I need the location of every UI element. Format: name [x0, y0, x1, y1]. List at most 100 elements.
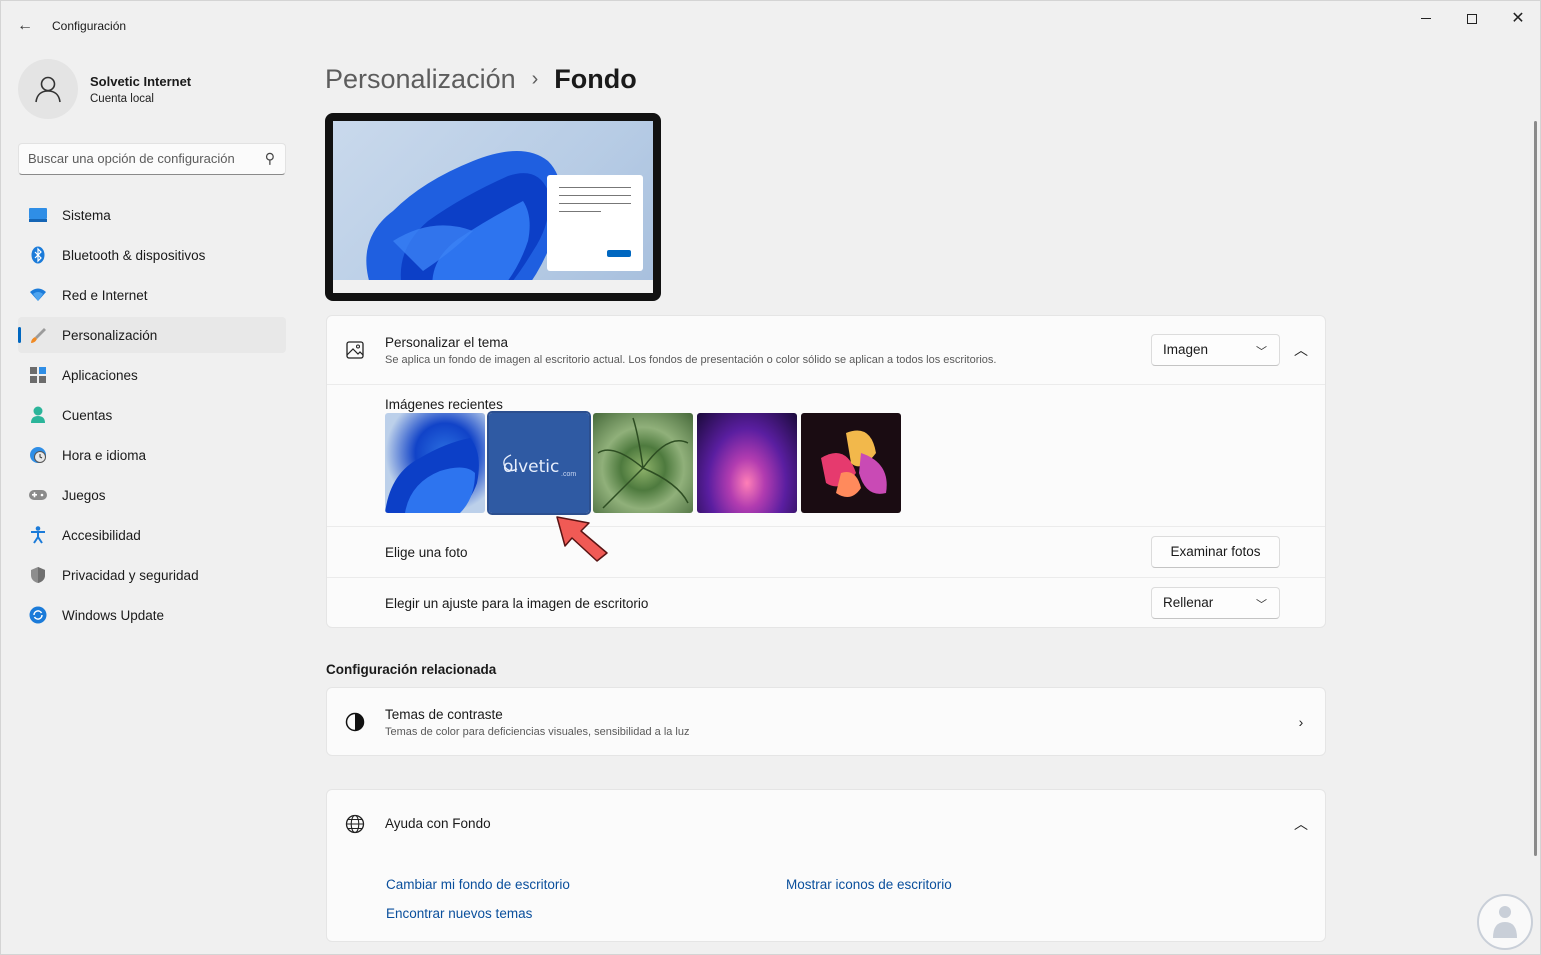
- related-settings-heading: Configuración relacionada: [326, 662, 497, 677]
- theme-subtitle: Se aplica un fondo de imagen al escritor…: [385, 354, 997, 366]
- fit-label: Elegir un ajuste para la imagen de escri…: [385, 596, 649, 611]
- sidebar-item-label: Windows Update: [62, 607, 165, 623]
- contrast-title: Temas de contraste: [385, 707, 503, 722]
- sidebar-item-label: Personalización: [62, 327, 158, 343]
- sidebar-item-personalizacion[interactable]: Personalización: [18, 317, 286, 353]
- help-title: Ayuda con Fondo: [385, 816, 491, 831]
- preview-wallpaper: [333, 121, 653, 293]
- app-title: Configuración: [52, 19, 127, 33]
- close-button[interactable]: ✕: [1495, 7, 1541, 31]
- personalize-theme-row[interactable]: Personalizar el tema Se aplica un fondo …: [327, 316, 1325, 385]
- scrollbar[interactable]: [1534, 121, 1537, 856]
- solvetic-logo-text: olvetic: [503, 457, 560, 477]
- close-icon: ✕: [1511, 10, 1525, 27]
- minimize-button[interactable]: [1403, 7, 1449, 31]
- recent-images-label: Imágenes recientes: [385, 397, 503, 412]
- chevron-up-icon[interactable]: ︿: [1286, 809, 1316, 839]
- preview-window: [547, 175, 643, 271]
- gamepad-icon: [29, 486, 47, 504]
- person-avatar-icon: [35, 76, 61, 103]
- contrast-icon: [345, 712, 365, 732]
- page-title: Fondo: [554, 63, 637, 94]
- link-show-desktop-icons[interactable]: Mostrar iconos de escritorio: [786, 877, 952, 892]
- sidebar-item-label: Juegos: [62, 487, 106, 503]
- bluetooth-icon: [29, 246, 47, 264]
- sidebar-item-label: Bluetooth & dispositivos: [62, 247, 206, 263]
- sidebar-item-label: Red e Internet: [62, 287, 148, 303]
- thumbnail-succulent[interactable]: [593, 413, 693, 513]
- avatar[interactable]: [18, 59, 78, 119]
- link-change-background[interactable]: Cambiar mi fondo de escritorio: [386, 877, 570, 892]
- globe-icon: [345, 814, 365, 834]
- background-settings-card: Personalizar el tema Se aplica un fondo …: [326, 315, 1326, 628]
- maximize-button[interactable]: [1449, 7, 1495, 31]
- dropdown-value: Imagen: [1163, 342, 1209, 357]
- recent-images-list: olvetic .com: [385, 411, 901, 515]
- minimize-icon: [1421, 18, 1431, 20]
- theme-title: Personalizar el tema: [385, 335, 509, 350]
- chevron-up-icon[interactable]: ︿: [1286, 335, 1316, 365]
- monitor-icon: [29, 206, 47, 224]
- recent-images-row: Imágenes recientes olvetic .com: [327, 385, 1325, 527]
- solvetic-logo-suffix: .com: [561, 471, 577, 478]
- sidebar-item-label: Sistema: [62, 207, 111, 223]
- maximize-icon: [1467, 13, 1477, 24]
- sidebar-item-label: Privacidad y seguridad: [62, 567, 199, 583]
- search-icon[interactable]: ⚲: [265, 150, 275, 167]
- fit-dropdown[interactable]: Rellenar ﹀: [1151, 587, 1280, 619]
- sidebar-item-label: Cuentas: [62, 407, 113, 423]
- background-type-dropdown[interactable]: Imagen ﹀: [1151, 334, 1280, 366]
- sidebar-item-accesibilidad[interactable]: Accesibilidad: [18, 517, 286, 553]
- profile-account-type: Cuenta local: [90, 93, 154, 105]
- fit-row: Elegir un ajuste para la imagen de escri…: [327, 578, 1325, 629]
- sidebar-item-hora[interactable]: Hora e idioma: [18, 437, 286, 473]
- search-input[interactable]: [28, 151, 256, 166]
- help-header-row[interactable]: Ayuda con Fondo ︿: [327, 790, 1325, 858]
- thumbnail-purple-glow[interactable]: [697, 413, 797, 513]
- preview-taskbar: [333, 280, 653, 293]
- breadcrumb: Personalización › Fondo: [325, 59, 637, 99]
- refresh-icon: [29, 606, 47, 624]
- breadcrumb-parent[interactable]: Personalización: [325, 64, 516, 95]
- person-icon: [29, 406, 47, 424]
- image-icon: [345, 340, 365, 360]
- contrast-subtitle: Temas de color para deficiencias visuale…: [385, 726, 690, 738]
- contrast-themes-card[interactable]: Temas de contraste Temas de color para d…: [326, 687, 1326, 756]
- thumbnail-solvetic[interactable]: olvetic .com: [487, 411, 591, 515]
- thumbnail-flower[interactable]: [801, 413, 901, 513]
- title-bar: ← Configuración ✕: [1, 1, 1540, 49]
- back-arrow-icon[interactable]: ←: [13, 15, 37, 37]
- sidebar-item-aplicaciones[interactable]: Aplicaciones: [18, 357, 286, 393]
- sidebar-item-privacidad[interactable]: Privacidad y seguridad: [18, 557, 286, 593]
- watermark-person-icon: [1493, 906, 1517, 938]
- clock-globe-icon: [29, 446, 47, 464]
- chevron-down-icon: ﹀: [1256, 346, 1267, 358]
- search-box[interactable]: ⚲: [18, 143, 286, 175]
- sidebar-item-juegos[interactable]: Juegos: [18, 477, 286, 513]
- breadcrumb-separator: ›: [531, 67, 539, 90]
- browse-photos-button[interactable]: Examinar fotos: [1151, 536, 1280, 568]
- link-find-themes[interactable]: Encontrar nuevos temas: [386, 906, 532, 921]
- pointer-arrow-icon: [556, 516, 608, 562]
- choose-photo-row: Elige una foto Examinar fotos: [327, 527, 1325, 578]
- sidebar-nav: Sistema Bluetooth & dispositivos Red e I…: [18, 197, 286, 637]
- watermark-logo: [1477, 894, 1533, 950]
- sidebar-item-cuentas[interactable]: Cuentas: [18, 397, 286, 433]
- chevron-down-icon: ﹀: [1256, 599, 1267, 611]
- sidebar-item-red[interactable]: Red e Internet: [18, 277, 286, 313]
- choose-photo-label: Elige una foto: [385, 545, 468, 560]
- sidebar-item-label: Hora e idioma: [62, 447, 147, 463]
- desktop-preview: [325, 113, 661, 301]
- paintbrush-icon: [29, 326, 47, 344]
- thumbnail-windows-bloom[interactable]: [385, 413, 485, 513]
- sidebar-item-windows-update[interactable]: Windows Update: [18, 597, 286, 633]
- chevron-right-icon: ›: [1298, 714, 1304, 730]
- settings-window: ← Configuración ✕ Solvetic Internet Cuen…: [0, 0, 1541, 955]
- wifi-icon: [29, 286, 47, 304]
- sidebar-item-label: Aplicaciones: [62, 367, 138, 383]
- shield-icon: [29, 566, 47, 584]
- sidebar-item-bluetooth[interactable]: Bluetooth & dispositivos: [18, 237, 286, 273]
- apps-icon: [29, 366, 47, 384]
- accessibility-icon: [29, 526, 47, 544]
- sidebar-item-sistema[interactable]: Sistema: [18, 197, 286, 233]
